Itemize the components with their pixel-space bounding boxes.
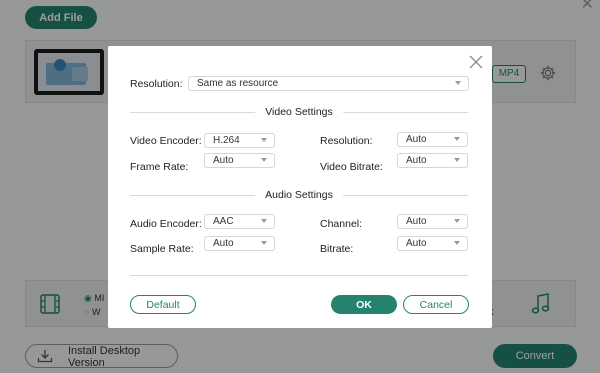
close-icon[interactable]	[468, 54, 484, 70]
chevron-down-icon	[455, 81, 461, 85]
resolution-select[interactable]: Same as resource	[188, 76, 469, 91]
audio-encoder-value: AAC	[213, 216, 234, 227]
cancel-button[interactable]: Cancel	[403, 295, 469, 314]
resolution-select-value: Same as resource	[197, 78, 279, 89]
video-resolution-value: Auto	[406, 134, 427, 145]
sample-rate-select[interactable]: Auto	[204, 236, 275, 251]
video-settings-title: Video Settings	[255, 106, 343, 118]
audio-encoder-select[interactable]: AAC	[204, 214, 275, 229]
settings-dialog: Resolution: Same as resource Video Setti…	[108, 46, 492, 328]
video-resolution-select[interactable]: Auto	[397, 132, 468, 147]
frame-rate-label: Frame Rate:	[130, 161, 189, 173]
chevron-down-icon	[454, 219, 460, 223]
chevron-down-icon	[454, 158, 460, 162]
sample-rate-value: Auto	[213, 238, 234, 249]
video-encoder-label: Video Encoder:	[130, 135, 202, 147]
channel-label: Channel:	[320, 218, 363, 230]
audio-bitrate-value: Auto	[406, 238, 427, 249]
frame-rate-select[interactable]: Auto	[204, 153, 275, 168]
audio-bitrate-label: Bitrate:	[320, 243, 354, 255]
sample-rate-label: Sample Rate:	[130, 243, 194, 255]
default-button[interactable]: Default	[130, 295, 196, 314]
audio-settings-title: Audio Settings	[255, 189, 343, 201]
video-encoder-select[interactable]: H.264	[204, 133, 275, 148]
video-bitrate-value: Auto	[406, 155, 427, 166]
chevron-down-icon	[454, 137, 460, 141]
channel-value: Auto	[406, 216, 427, 227]
video-settings-header: Video Settings	[130, 106, 468, 118]
resolution-label: Resolution:	[130, 78, 183, 90]
video-bitrate-select[interactable]: Auto	[397, 153, 468, 168]
frame-rate-value: Auto	[213, 155, 234, 166]
video-bitrate-label: Video Bitrate:	[320, 161, 383, 173]
chevron-down-icon	[261, 241, 267, 245]
ok-button[interactable]: OK	[331, 295, 397, 314]
video-resolution-label: Resolution:	[320, 135, 373, 147]
channel-select[interactable]: Auto	[397, 214, 468, 229]
audio-bitrate-select[interactable]: Auto	[397, 236, 468, 251]
footer-divider	[130, 275, 468, 276]
video-encoder-value: H.264	[213, 135, 240, 146]
chevron-down-icon	[261, 158, 267, 162]
audio-settings-header: Audio Settings	[130, 189, 468, 201]
chevron-down-icon	[261, 138, 267, 142]
chevron-down-icon	[454, 241, 460, 245]
audio-encoder-label: Audio Encoder:	[130, 218, 202, 230]
chevron-down-icon	[261, 219, 267, 223]
